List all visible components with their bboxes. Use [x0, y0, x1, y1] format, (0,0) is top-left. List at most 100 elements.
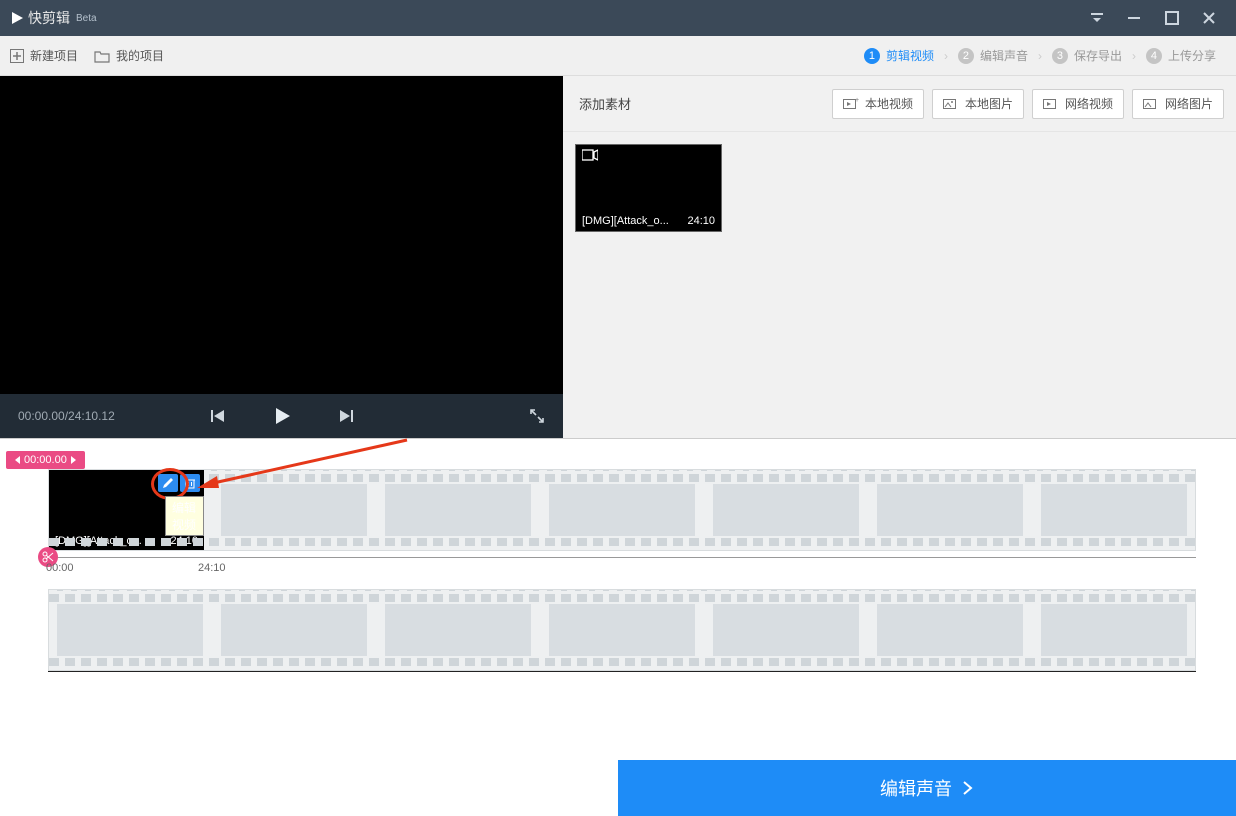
workflow-steps: 1 剪辑视频 › 2 编辑声音 › 3 保存导出 › 4 上传分享 [854, 47, 1226, 64]
step-number: 2 [958, 48, 974, 64]
window-close-button[interactable] [1192, 0, 1226, 36]
main-area: 00:00.00/24:10.12 添加素材 + [0, 76, 1236, 439]
folder-icon [94, 49, 110, 63]
video-track[interactable]: 编辑视频 [DMG][Attack_o... 24:10 [48, 469, 1196, 551]
step-save-export[interactable]: 3 保存导出 [1042, 47, 1132, 64]
step-upload-share[interactable]: 4 上传分享 [1136, 47, 1226, 64]
fullscreen-icon [529, 408, 545, 424]
empty-slot [57, 604, 203, 656]
playhead-time-tag[interactable]: 00:00.00 [6, 451, 85, 469]
asset-panel: 添加素材 + 本地视频 本地图片 网络视频 网络图片 [563, 76, 1236, 438]
chevron-right-icon [962, 780, 974, 796]
step-edit-audio[interactable]: 2 编辑声音 [948, 47, 1038, 64]
step-number: 4 [1146, 48, 1162, 64]
asset-title: 添加素材 [579, 94, 631, 113]
play-icon [272, 406, 292, 426]
empty-slot [877, 604, 1023, 656]
menu-chevron-icon [1090, 11, 1104, 25]
edit-tooltip: 编辑视频 [165, 496, 204, 536]
step-edit-video[interactable]: 1 剪辑视频 [854, 47, 944, 64]
asset-item[interactable]: [DMG][Attack_o... 24:10 [575, 144, 722, 232]
empty-slot [713, 604, 859, 656]
video-add-icon: + [843, 97, 859, 111]
toolbar: 新建项目 我的项目 1 剪辑视频 › 2 编辑声音 › 3 保存导出 › 4 上… [0, 36, 1236, 76]
clip-duration: 24:10 [170, 535, 198, 547]
step-label: 编辑声音 [980, 47, 1028, 64]
plus-box-icon [10, 49, 24, 63]
ruler-tick: 00:00 [46, 562, 74, 574]
window-menu-button[interactable] [1080, 0, 1114, 36]
close-icon [1202, 11, 1216, 25]
trash-icon [184, 477, 196, 489]
add-web-image-button[interactable]: 网络图片 [1132, 89, 1224, 119]
empty-slot [877, 484, 1023, 536]
asset-header: 添加素材 + 本地视频 本地图片 网络视频 网络图片 [563, 76, 1236, 132]
add-web-video-button[interactable]: 网络视频 [1032, 89, 1124, 119]
image-web-icon [1143, 97, 1159, 111]
step-number: 3 [1052, 48, 1068, 64]
next-step-label: 编辑声音 [880, 775, 952, 801]
title-bar: 快剪辑 Beta [0, 0, 1236, 36]
play-button[interactable] [272, 406, 292, 426]
empty-slot [549, 604, 695, 656]
play-triangle-icon [10, 11, 24, 25]
btn-label: 本地视频 [865, 95, 913, 112]
asset-duration: 24:10 [687, 215, 715, 227]
delete-clip-button[interactable] [180, 474, 200, 492]
btn-label: 本地图片 [965, 95, 1013, 112]
image-add-icon [943, 97, 959, 111]
step-label: 保存导出 [1074, 47, 1122, 64]
maximize-icon [1165, 11, 1179, 25]
new-project-button[interactable]: 新建项目 [10, 47, 78, 64]
footer-row: 编辑声音 [0, 760, 1236, 816]
app-beta-tag: Beta [76, 13, 97, 24]
step-number: 1 [864, 48, 880, 64]
window-maximize-button[interactable] [1155, 0, 1189, 36]
preview-controls: 00:00.00/24:10.12 [0, 394, 563, 438]
asset-body: [DMG][Attack_o... 24:10 [563, 132, 1236, 438]
time-ruler[interactable]: 00:00 24:10 [48, 557, 1196, 581]
empty-slot [385, 484, 531, 536]
app-name: 快剪辑 [28, 8, 70, 28]
preview-panel: 00:00.00/24:10.12 [0, 76, 563, 438]
empty-slot [1041, 604, 1187, 656]
preview-video [0, 76, 563, 394]
add-local-video-button[interactable]: + 本地视频 [832, 89, 924, 119]
timeline-area: 00:00.00 [0, 439, 1236, 672]
secondary-track[interactable] [48, 589, 1196, 671]
next-step-button[interactable]: 编辑声音 [618, 760, 1236, 816]
clip-name: [DMG][Attack_o... [55, 535, 142, 547]
prev-button[interactable] [210, 408, 226, 424]
my-projects-button[interactable]: 我的项目 [94, 47, 164, 64]
playhead-time: 00:00.00 [24, 454, 67, 466]
asset-name: [DMG][Attack_o... [582, 215, 669, 227]
btn-label: 网络视频 [1065, 95, 1113, 112]
btn-label: 网络图片 [1165, 95, 1213, 112]
skip-next-icon [338, 408, 354, 424]
new-project-label: 新建项目 [30, 47, 78, 64]
next-button[interactable] [338, 408, 354, 424]
empty-slot [1041, 484, 1187, 536]
track-baseline [48, 671, 1196, 672]
add-local-image-button[interactable]: 本地图片 [932, 89, 1024, 119]
window-controls [1080, 0, 1226, 36]
timeline-clip[interactable]: 编辑视频 [DMG][Attack_o... 24:10 [49, 470, 204, 550]
edit-clip-button[interactable] [158, 474, 178, 492]
step-label: 剪辑视频 [886, 47, 934, 64]
empty-slot [221, 484, 367, 536]
svg-text:+: + [855, 97, 859, 104]
video-web-icon [1043, 97, 1059, 111]
video-clip-icon [582, 149, 598, 161]
empty-slot [385, 604, 531, 656]
minimize-icon [1127, 11, 1141, 25]
window-minimize-button[interactable] [1117, 0, 1151, 36]
empty-slot [221, 604, 367, 656]
preview-time: 00:00.00/24:10.12 [18, 409, 115, 423]
app-logo: 快剪辑 Beta [10, 8, 97, 28]
step-label: 上传分享 [1168, 47, 1216, 64]
empty-slot [549, 484, 695, 536]
pencil-icon [162, 477, 174, 489]
ruler-tick: 24:10 [198, 562, 226, 574]
my-projects-label: 我的项目 [116, 47, 164, 64]
fullscreen-button[interactable] [529, 408, 545, 424]
